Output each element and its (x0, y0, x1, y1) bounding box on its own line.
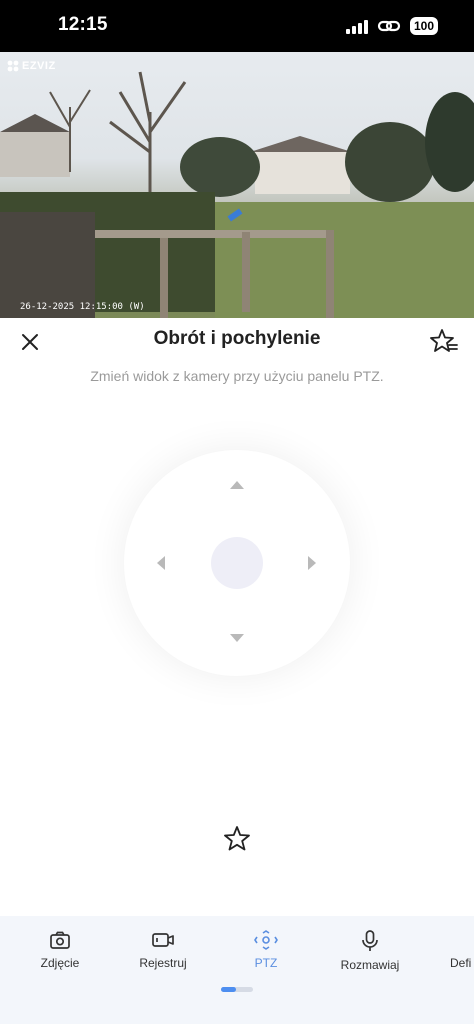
status-icons: 100 (345, 17, 438, 35)
arrow-down-icon[interactable] (230, 634, 244, 642)
definition-icon (464, 930, 474, 950)
bottom-toolbar: Zdjęcie Rejestruj PTZ Rozmawiaj Defi (0, 916, 474, 1024)
battery-indicator: 100 (409, 17, 438, 35)
video-icon (152, 933, 174, 947)
page-indicator (221, 987, 253, 992)
status-time: 12:15 (58, 14, 108, 35)
ezviz-logo-icon (7, 60, 19, 72)
logo-text: EZVIZ (22, 60, 56, 72)
arrow-left-icon[interactable] (157, 556, 165, 570)
ptz-center-button[interactable] (211, 537, 263, 589)
ptz-direction-pad[interactable] (124, 450, 350, 676)
ptz-icon (254, 930, 278, 950)
camera-icon (50, 931, 70, 949)
arrow-right-icon[interactable] (308, 556, 316, 570)
tab-record[interactable]: Rejestruj (117, 930, 209, 970)
camera-scene (0, 71, 474, 318)
camera-timestamp: 26-12-2025 12:15:00 (W) (20, 302, 145, 312)
tab-ptz[interactable]: PTZ (220, 930, 312, 970)
tab-label: Rozmawiaj (340, 958, 400, 972)
favorites-list-icon[interactable] (430, 328, 458, 354)
tab-label: Defi (450, 956, 472, 970)
ptz-panel: Obrót i pochylenie Zmień widok z kamery … (0, 318, 474, 916)
tab-label: PTZ (254, 956, 278, 970)
status-bar: 12:15 100 (0, 0, 474, 52)
tab-snapshot[interactable]: Zdjęcie (14, 930, 106, 970)
page-subtitle: Zmień widok z kamery przy użyciu panelu … (90, 368, 384, 384)
star-icon[interactable] (224, 825, 250, 851)
microphone-icon (362, 930, 378, 951)
camera-live-view[interactable]: EZVIZ 26-12-2025 12:15:00 (W) (0, 52, 474, 318)
arrow-up-icon[interactable] (230, 481, 244, 489)
tab-definition[interactable]: Defi (436, 930, 474, 970)
page-title: Obrót i pochylenie (153, 328, 321, 349)
tab-talk[interactable]: Rozmawiaj (324, 930, 416, 972)
tab-label: Zdjęcie (40, 956, 80, 970)
link-icon (377, 20, 401, 32)
page-indicator-active (221, 987, 236, 992)
signal-icon (345, 19, 368, 34)
ezviz-logo: EZVIZ (7, 60, 56, 72)
tab-label: Rejestruj (139, 956, 187, 970)
